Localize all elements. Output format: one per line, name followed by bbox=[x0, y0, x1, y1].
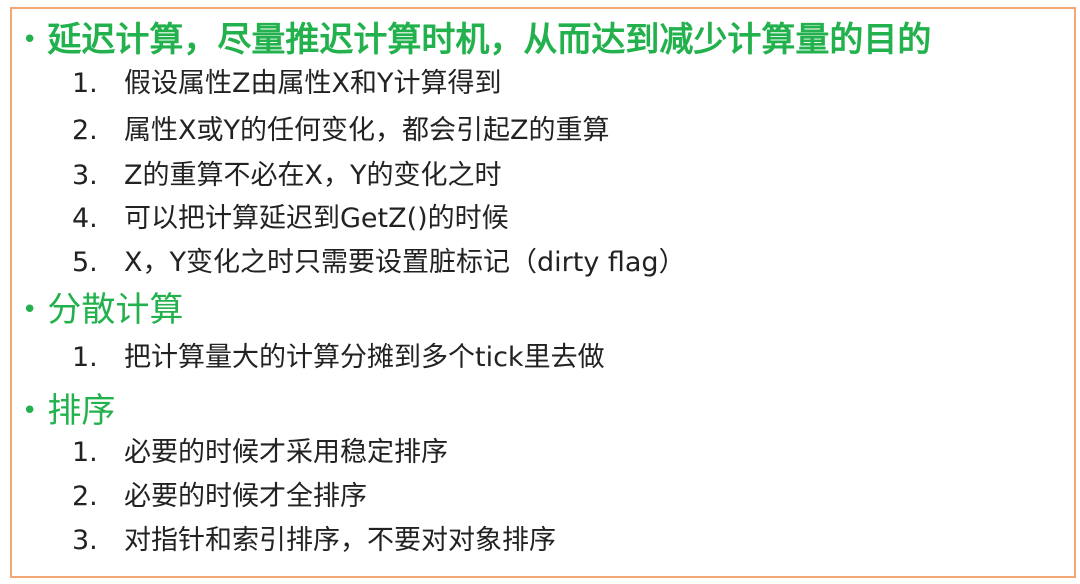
bullet-dot-icon: • bbox=[22, 25, 38, 55]
section-title: 延迟计算，尽量推迟计算时机，从而达到减少计算量的目的 bbox=[47, 20, 932, 60]
bullet-dot-icon: • bbox=[22, 295, 38, 325]
list-item: 1. 把计算量大的计算分摊到多个tick里去做 bbox=[72, 344, 605, 371]
section-title: 分散计算 bbox=[47, 290, 184, 330]
list-item: 3. 对指针和索引排序，不要对对象排序 bbox=[72, 527, 556, 554]
section-title: 排序 bbox=[47, 391, 116, 431]
item-text: Z的重算不必在X，Y的变化之时 bbox=[124, 160, 502, 191]
list-item: 4. 可以把计算延迟到GetZ()的时候 bbox=[72, 205, 509, 232]
item-number: 4. bbox=[72, 203, 98, 234]
item-text: 假设属性Z由属性X和Y计算得到 bbox=[124, 68, 502, 99]
list-item: 1. 必要的时候才采用稳定排序 bbox=[72, 439, 448, 466]
section-heading-sorting: • 排序 bbox=[22, 394, 115, 428]
bullet-dot-icon: • bbox=[22, 396, 38, 426]
item-text: 可以把计算延迟到GetZ()的时候 bbox=[124, 203, 509, 234]
item-number: 3. bbox=[72, 525, 98, 556]
item-text: 把计算量大的计算分摊到多个tick里去做 bbox=[124, 342, 605, 373]
item-text: X，Y变化之时只需要设置脏标记（dirty flag） bbox=[124, 247, 686, 278]
list-item: 2. 属性X或Y的任何变化，都会引起Z的重算 bbox=[72, 117, 610, 144]
item-text: 必要的时候才全排序 bbox=[124, 481, 367, 512]
item-number: 2. bbox=[72, 481, 98, 512]
item-text: 必要的时候才采用稳定排序 bbox=[124, 437, 448, 468]
slide-frame: • 延迟计算，尽量推迟计算时机，从而达到减少计算量的目的 1. 假设属性Z由属性… bbox=[10, 7, 1076, 578]
list-item: 5. X，Y变化之时只需要设置脏标记（dirty flag） bbox=[72, 249, 686, 276]
list-item: 3. Z的重算不必在X，Y的变化之时 bbox=[72, 162, 502, 189]
item-text: 属性X或Y的任何变化，都会引起Z的重算 bbox=[124, 115, 610, 146]
item-number: 1. bbox=[72, 68, 98, 99]
section-heading-deferred: • 延迟计算，尽量推迟计算时机，从而达到减少计算量的目的 bbox=[22, 23, 931, 57]
item-number: 1. bbox=[72, 342, 98, 373]
item-number: 1. bbox=[72, 437, 98, 468]
item-text: 对指针和索引排序，不要对对象排序 bbox=[124, 525, 556, 556]
item-number: 5. bbox=[72, 247, 98, 278]
list-item: 2. 必要的时候才全排序 bbox=[72, 483, 367, 510]
section-heading-distributed: • 分散计算 bbox=[22, 293, 183, 327]
item-number: 3. bbox=[72, 160, 98, 191]
list-item: 1. 假设属性Z由属性X和Y计算得到 bbox=[72, 70, 502, 97]
item-number: 2. bbox=[72, 115, 98, 146]
